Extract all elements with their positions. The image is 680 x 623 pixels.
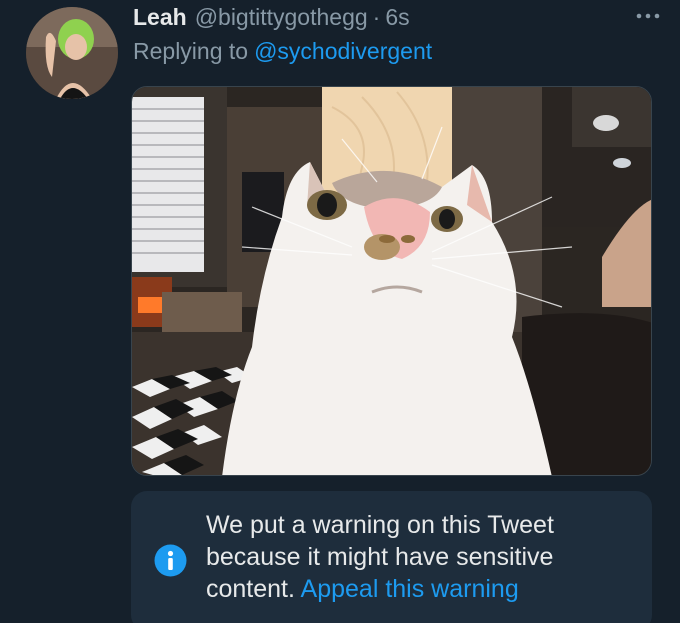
reply-mention-link[interactable]: @sychodivergent <box>254 38 432 64</box>
appeal-warning-link[interactable]: Appeal this warning <box>301 575 519 603</box>
separator-dot: · <box>372 4 381 30</box>
author-handle[interactable]: @bigtittygothegg <box>195 4 368 31</box>
tweet-media-cat-photo[interactable] <box>131 86 652 476</box>
sensitive-content-warning: We put a warning on this Tweet because i… <box>131 491 652 623</box>
cat-photo-image <box>132 87 651 475</box>
tweet-time[interactable]: 6s <box>385 4 409 31</box>
avatar[interactable] <box>26 7 118 99</box>
replying-to: Replying to @sychodivergent <box>133 38 432 65</box>
avatar-image <box>26 7 118 99</box>
tweet: Leah @bigtittygothegg · 6s Replying to @s… <box>0 0 680 623</box>
info-icon <box>154 544 187 577</box>
author-name[interactable]: Leah <box>133 4 187 31</box>
tweet-header: Leah @bigtittygothegg · 6s <box>133 4 410 34</box>
warning-text: We put a warning on this Tweet because i… <box>206 509 636 605</box>
replying-label: Replying to <box>133 38 249 64</box>
more-dots-icon[interactable] <box>634 6 662 26</box>
